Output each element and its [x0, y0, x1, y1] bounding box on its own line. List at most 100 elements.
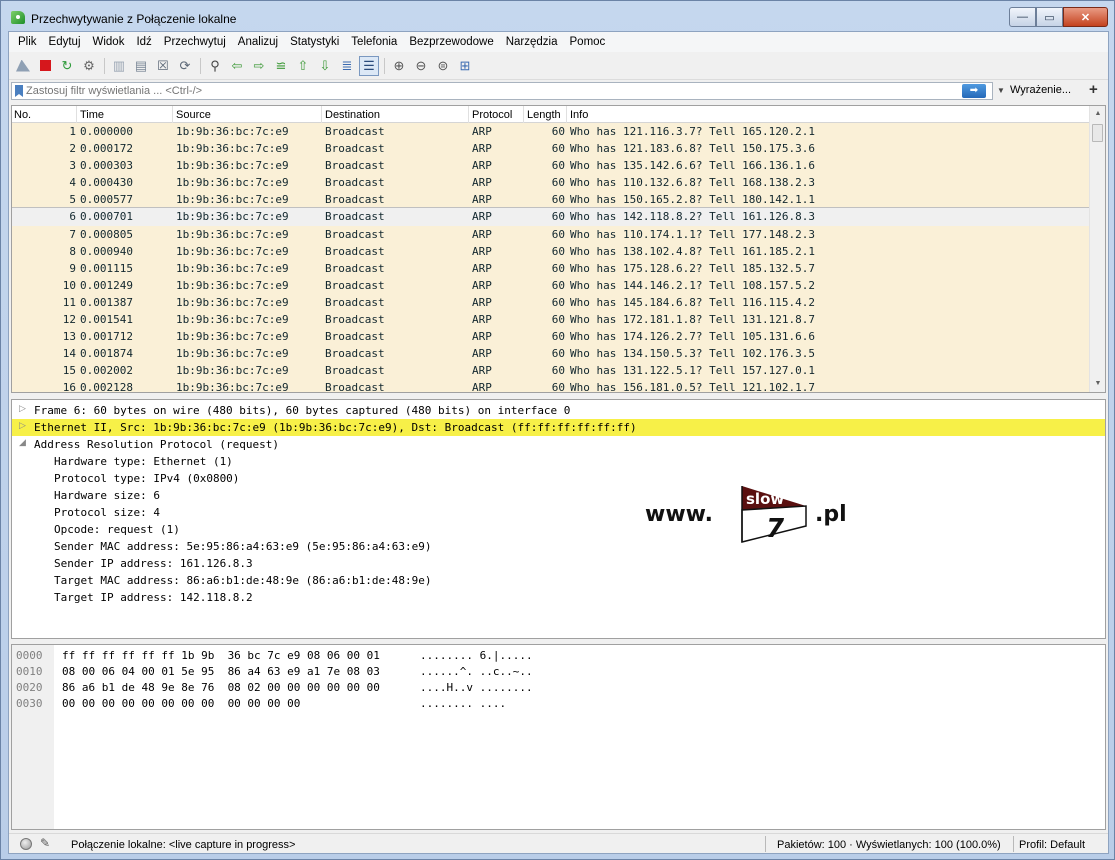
detail-field[interactable]: Sender MAC address: 5e:95:86:a4:63:e9 (5… — [12, 538, 1105, 555]
table-row[interactable]: 11 0.001387 1b:9b:36:bc:7c:e9 Broadcast ARP 6… — [12, 293, 1090, 312]
cell-info: Who has 156.181.0.5? Tell 121.102.1.7 — [570, 381, 816, 393]
table-row[interactable]: 7 0.000805 1b:9b:36:bc:7c:e9 Broadcast ARP 60… — [12, 225, 1090, 243]
go-last-icon[interactable]: ⇩ — [315, 56, 335, 76]
capture-options-icon[interactable]: ⚙ — [79, 56, 99, 76]
table-row[interactable]: 9 0.001115 1b:9b:36:bc:7c:e9 Broadcast ARP 60… — [12, 259, 1090, 277]
maximize-button[interactable]: ▭ — [1036, 7, 1063, 27]
window-controls: — ▭ ✕ — [1009, 7, 1108, 27]
column-divider[interactable] — [321, 106, 322, 123]
table-row[interactable]: 13 0.001712 1b:9b:36:bc:7c:e9 Broadcast ARP 6… — [12, 328, 1090, 346]
table-row[interactable]: 12 0.001541 1b:9b:36:bc:7c:e9 Broadcast ARP 6… — [12, 311, 1090, 329]
menu-item[interactable]: Pomoc — [564, 32, 612, 52]
scroll-down-icon[interactable]: ▼ — [1090, 376, 1105, 392]
table-row[interactable]: 4 0.000430 1b:9b:36:bc:7c:e9 Broadcast ARP 60… — [12, 174, 1090, 192]
close-file-icon[interactable]: ☒ — [153, 56, 173, 76]
expand-triangle-icon[interactable]: ▷ — [19, 421, 26, 431]
packet-details-pane: Target IP address: 142.118.8.2 Target MAC… — [11, 399, 1106, 639]
find-packet-icon[interactable]: ⚲ — [205, 56, 225, 76]
menu-item[interactable]: Narzędzia — [500, 32, 564, 52]
column-divider[interactable] — [468, 106, 469, 123]
packet-list-scrollbar[interactable]: ▲ ▼ — [1089, 106, 1105, 392]
menu-item[interactable]: Widok — [87, 32, 131, 52]
table-row[interactable]: 6 0.000701 1b:9b:36:bc:7c:e9 Broadcast ARP 60… — [12, 207, 1091, 227]
autoscroll-icon[interactable]: ≣ — [337, 56, 357, 76]
expand-triangle-icon[interactable]: ▷ — [19, 404, 26, 414]
expert-info-icon[interactable] — [20, 838, 32, 850]
restart-capture-icon[interactable]: ↻ — [57, 56, 77, 76]
close-button[interactable]: ✕ — [1063, 7, 1108, 27]
column-divider[interactable] — [566, 106, 567, 123]
table-row[interactable]: 16 0.002128 1b:9b:36:bc:7c:e9 Broadcast ARP 6… — [12, 379, 1090, 393]
go-back-icon[interactable]: ⇦ — [227, 56, 247, 76]
detail-tree-item[interactable]: ▷ Frame 6: 60 bytes on wire (480 bits), 6… — [12, 402, 1105, 419]
go-forward-icon[interactable]: ⇨ — [249, 56, 269, 76]
column-header-len[interactable]: Length — [527, 109, 561, 121]
column-header-proto[interactable]: Protocol — [472, 109, 512, 121]
table-row[interactable]: 14 0.001874 1b:9b:36:bc:7c:e9 Broadcast ARP 6… — [12, 345, 1090, 363]
detail-field[interactable]: Protocol type: IPv4 (0x0800) — [12, 470, 1105, 487]
bookmark-icon[interactable] — [15, 85, 23, 97]
detail-tree-item[interactable]: ◢ Address Resolution Protocol (request) — [12, 436, 1105, 453]
menu-item[interactable]: Plik — [12, 32, 43, 52]
menu-item[interactable]: Analizuj — [232, 32, 284, 52]
shark-fin-start-icon[interactable] — [13, 56, 33, 76]
resize-columns-icon[interactable]: ⊞ — [455, 56, 475, 76]
menu-item[interactable]: Przechwytuj — [158, 32, 232, 52]
detail-field[interactable]: Sender IP address: 161.126.8.3 — [12, 555, 1105, 572]
title-bar[interactable]: Przechwytywanie z Połączenie lokalne — ▭… — [1, 1, 1114, 31]
hex-bytes: ff ff ff ff ff ff 1b 9b 36 bc 7c e9 08 0… — [62, 649, 380, 662]
column-header-time[interactable]: Time — [80, 109, 104, 121]
table-row[interactable]: 8 0.000940 1b:9b:36:bc:7c:e9 Broadcast ARP 60… — [12, 242, 1090, 260]
zoom-out-icon[interactable]: ⊖ — [411, 56, 431, 76]
reload-file-icon[interactable]: ⟳ — [175, 56, 195, 76]
column-header-dst[interactable]: Destination — [325, 109, 380, 121]
detail-field[interactable]: Target MAC address: 86:a6:b1:de:48:9e (8… — [12, 572, 1105, 589]
colorize-icon[interactable]: ☰ — [359, 55, 379, 76]
column-divider[interactable] — [172, 106, 173, 123]
go-first-icon[interactable]: ⇧ — [293, 56, 313, 76]
column-divider[interactable] — [76, 106, 77, 123]
column-divider[interactable] — [523, 106, 524, 123]
stop-capture-icon[interactable] — [35, 56, 55, 76]
filter-history-dropdown[interactable]: ▼ — [995, 83, 1007, 99]
menu-item[interactable]: Telefonia — [345, 32, 403, 52]
table-row[interactable]: 5 0.000577 1b:9b:36:bc:7c:e9 Broadcast ARP 60… — [12, 191, 1090, 209]
table-row[interactable]: 2 0.000172 1b:9b:36:bc:7c:e9 Broadcast ARP 60… — [12, 140, 1090, 158]
menu-item[interactable]: Edytuj — [43, 32, 87, 52]
apply-filter-button[interactable]: ➡ — [962, 84, 986, 98]
table-row[interactable]: 3 0.000303 1b:9b:36:bc:7c:e9 Broadcast ARP 60… — [12, 157, 1090, 175]
column-header-info[interactable]: Info — [570, 109, 588, 121]
cell-no: 3 — [69, 159, 76, 173]
table-row[interactable]: 1 0.000000 1b:9b:36:bc:7c:e9 Broadcast ARP 60… — [12, 123, 1090, 141]
scroll-up-icon[interactable]: ▲ — [1090, 106, 1105, 122]
detail-field[interactable]: Hardware type: Ethernet (1) — [12, 453, 1105, 470]
detail-text: Frame 6: 60 bytes on wire (480 bits), 60… — [34, 404, 571, 417]
menu-item[interactable]: Idź — [130, 32, 157, 52]
display-filter-input[interactable] — [26, 84, 946, 98]
go-to-packet-icon[interactable]: ≌ — [271, 56, 291, 76]
column-header-no[interactable]: No. — [14, 109, 31, 121]
detail-field[interactable]: Hardware size: 6 — [12, 487, 1105, 504]
menu-item[interactable]: Bezprzewodowe — [403, 32, 499, 52]
minimize-button[interactable]: — — [1009, 7, 1036, 27]
expression-button[interactable]: Wyrażenie... — [1010, 84, 1071, 96]
window-title: Przechwytywanie z Połączenie lokalne — [31, 12, 237, 26]
menu-item[interactable]: Statystyki — [284, 32, 345, 52]
zoom-in-icon[interactable]: ⊕ — [389, 56, 409, 76]
scroll-thumb[interactable] — [1092, 124, 1103, 142]
column-header-src[interactable]: Source — [176, 109, 211, 121]
zoom-normal-icon[interactable]: ⊜ — [433, 56, 453, 76]
capture-comment-icon[interactable]: ✎ — [40, 836, 50, 850]
save-file-icon[interactable]: ▤ — [131, 56, 151, 76]
detail-field[interactable]: Opcode: request (1) — [12, 521, 1105, 538]
status-profile-text[interactable]: Profil: Default — [1019, 839, 1085, 851]
cell-src: 1b:9b:36:bc:7c:e9 — [176, 278, 289, 292]
detail-field[interactable]: Target IP address: 142.118.8.2 — [12, 589, 1105, 606]
add-filter-button[interactable]: + — [1089, 81, 1098, 98]
open-file-icon[interactable]: ▥ — [109, 56, 129, 76]
table-row[interactable]: 15 0.002002 1b:9b:36:bc:7c:e9 Broadcast ARP 6… — [12, 362, 1090, 380]
detail-tree-item[interactable]: ▷ Ethernet II, Src: 1b:9b:36:bc:7c:e9 (1b… — [12, 419, 1105, 436]
table-row[interactable]: 10 0.001249 1b:9b:36:bc:7c:e9 Broadcast ARP 6… — [12, 276, 1090, 294]
detail-field[interactable]: Protocol size: 4 — [12, 504, 1105, 521]
expand-triangle-icon[interactable]: ◢ — [19, 438, 26, 448]
